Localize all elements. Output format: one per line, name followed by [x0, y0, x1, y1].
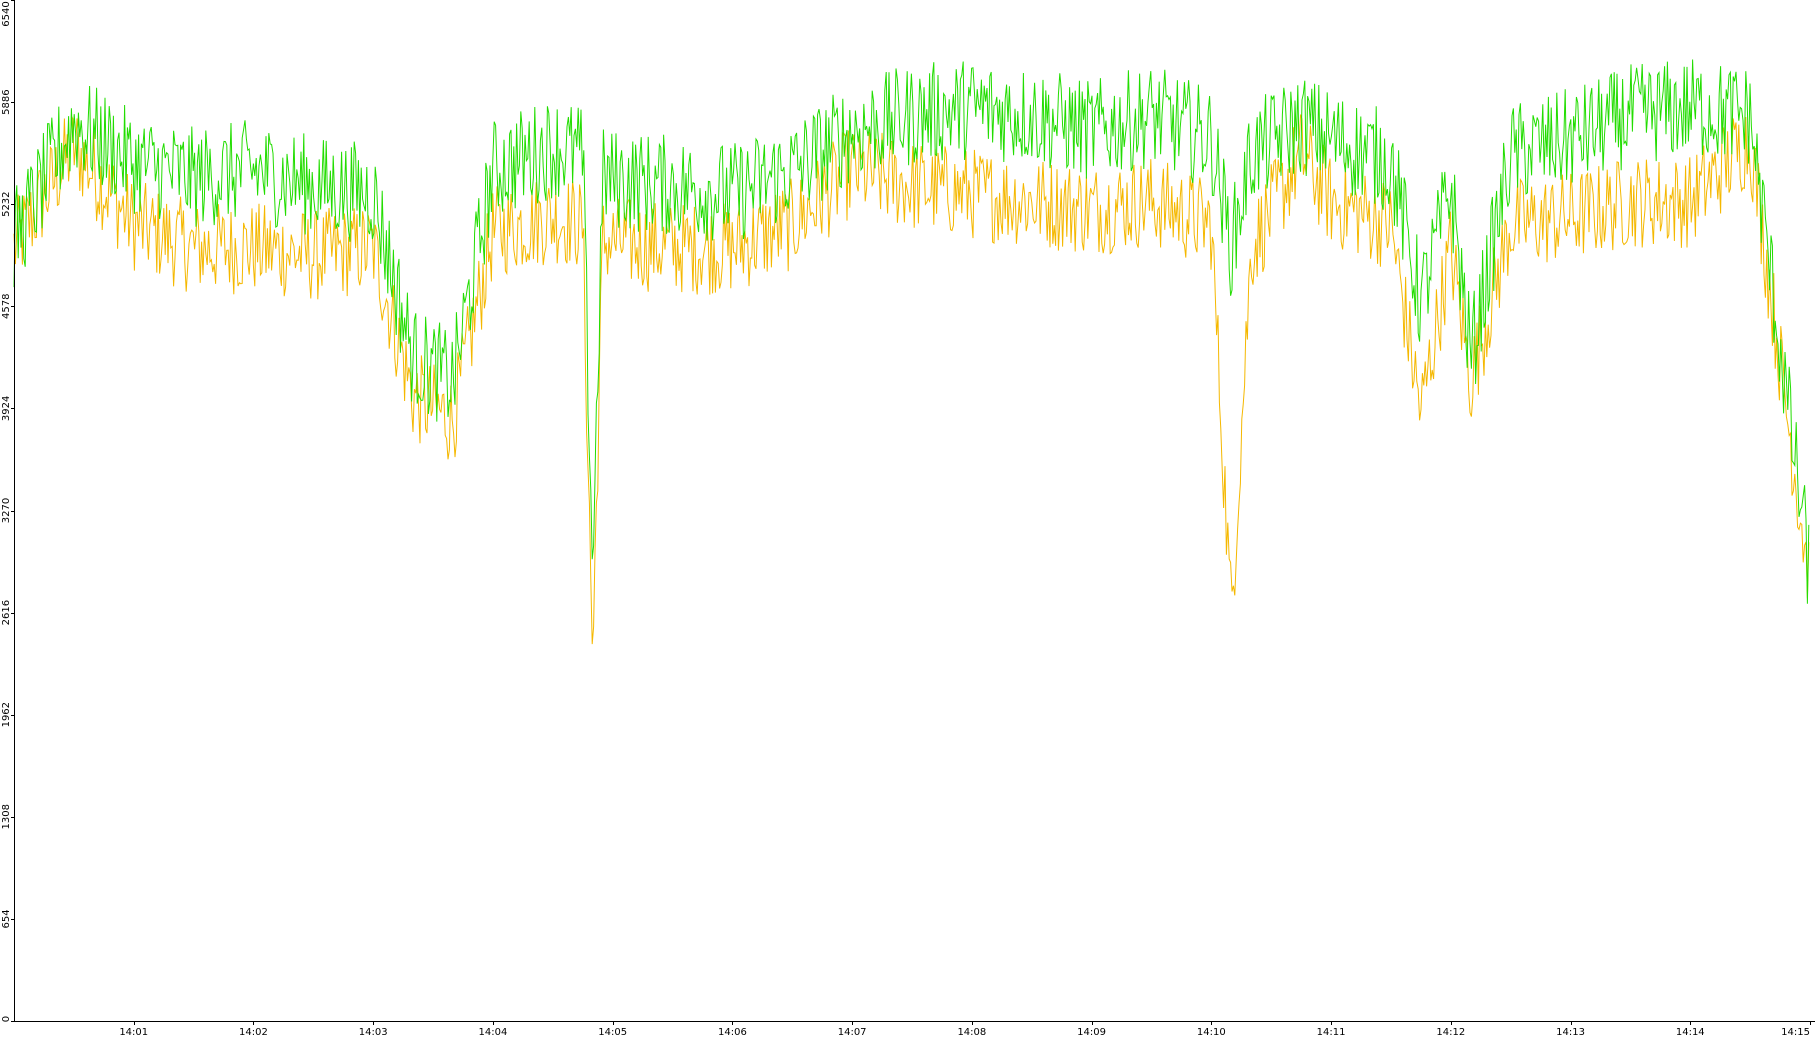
y-tick-label: 3270 [1, 498, 12, 523]
x-tick-label: 14:14 [1676, 1027, 1705, 1038]
y-tick-label: 1962 [1, 702, 12, 727]
x-tick-label: 14:11 [1317, 1027, 1346, 1038]
x-tick-label: 14:10 [1197, 1027, 1226, 1038]
x-tick-label: 14:15 [1781, 1027, 1810, 1038]
y-tick-label: 1308 [1, 804, 12, 829]
x-tick-label: 14:05 [598, 1027, 627, 1038]
y-tick-label: 5232 [1, 191, 12, 216]
y-tick-label: 6540 [1, 1, 12, 26]
line-chart: 0 654 1308 1962 2616 3270 3924 4578 5232 5886 6540… [0, 0, 1815, 1039]
x-tick-label: 14:07 [838, 1027, 867, 1038]
y-tick-label: 0 [1, 1016, 12, 1022]
x-tick-label: 14:03 [359, 1027, 388, 1038]
chart-svg: 0 654 1308 1962 2616 3270 3924 4578 5232 5886 6540… [0, 0, 1815, 1039]
y-tick-label: 4578 [1, 294, 12, 319]
y-tick-label: 5886 [1, 89, 12, 114]
x-tick-label: 14:06 [718, 1027, 747, 1038]
x-tick-label: 14:09 [1077, 1027, 1106, 1038]
x-tick-label: 14:13 [1556, 1027, 1585, 1038]
y-tick-label: 2616 [1, 600, 12, 625]
x-tick-label: 14:12 [1436, 1027, 1465, 1038]
x-tick-label: 14:02 [239, 1027, 268, 1038]
x-tick-label: 14:01 [119, 1027, 148, 1038]
y-tick-label: 654 [1, 909, 12, 928]
chart-background [0, 0, 1815, 1039]
y-tick-label: 3924 [1, 396, 12, 421]
x-tick-label: 14:04 [479, 1027, 508, 1038]
x-tick-label: 14:08 [957, 1027, 986, 1038]
